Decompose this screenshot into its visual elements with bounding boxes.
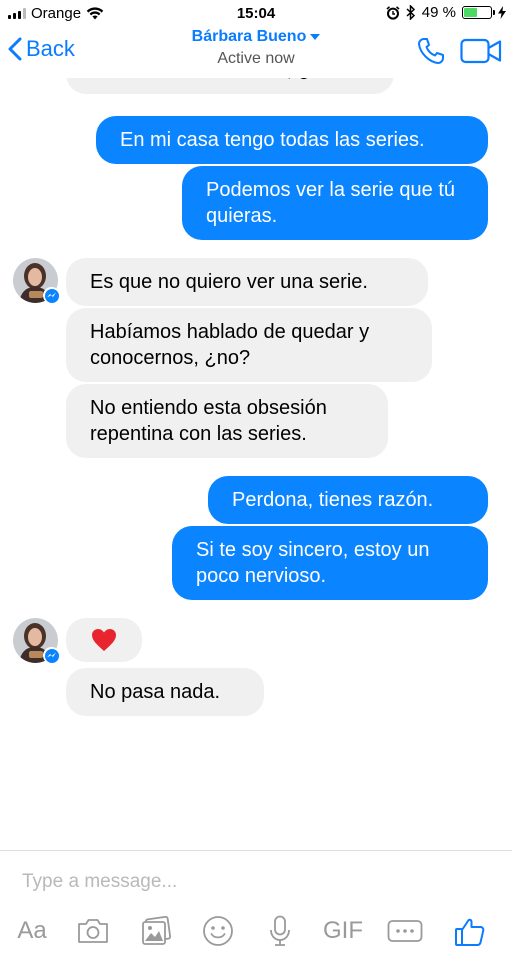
more-button[interactable] — [386, 913, 424, 949]
gallery-button[interactable] — [138, 913, 174, 949]
bluetooth-icon — [406, 5, 415, 20]
camera-button[interactable] — [74, 913, 112, 949]
phone-icon[interactable] — [416, 36, 446, 66]
message-outgoing[interactable]: En mi casa tengo todas las series. — [96, 116, 488, 164]
microphone-icon — [270, 915, 290, 946]
heart-icon — [92, 629, 116, 651]
battery-percent: 49 % — [421, 4, 456, 21]
contact-avatar[interactable] — [13, 618, 60, 664]
more-options-icon — [387, 920, 423, 942]
video-camera-icon[interactable] — [460, 38, 502, 64]
message-incoming[interactable]: No pasa nada. — [66, 668, 264, 716]
thumbs-up-icon — [455, 918, 485, 946]
voice-button[interactable] — [266, 913, 294, 949]
battery-icon — [462, 6, 495, 19]
charging-icon — [498, 6, 506, 19]
message-outgoing[interactable]: Podemos ver la serie que tú quieras. — [182, 166, 488, 240]
status-right: 49 % — [386, 4, 506, 21]
message-list[interactable]: Ahora estás de broma, ¿no? En mi casa te… — [0, 78, 512, 850]
message-incoming[interactable]: Es que no quiero ver una serie. — [66, 258, 428, 306]
message-input[interactable] — [22, 869, 482, 895]
photo-gallery-icon — [142, 916, 172, 945]
message-incoming[interactable]: No entiendo esta obsesión repentina con … — [66, 384, 388, 458]
like-button[interactable] — [452, 913, 488, 949]
message-outgoing[interactable]: Perdona, tienes razón. — [208, 476, 488, 524]
emoji-button[interactable] — [200, 913, 236, 949]
message-incoming[interactable]: Habíamos hablado de quedar y conocernos,… — [66, 308, 432, 382]
caret-down-icon — [310, 34, 321, 40]
composer: Aa — [0, 850, 512, 960]
smiley-icon — [203, 916, 233, 946]
contact-avatar[interactable] — [13, 258, 60, 304]
messenger-badge-icon — [43, 647, 60, 664]
alarm-icon — [386, 5, 400, 20]
messenger-badge-icon — [43, 287, 60, 304]
contact-name-button[interactable]: Bárbara Bueno — [192, 28, 321, 46]
camera-icon — [78, 919, 108, 943]
chat-header: Back Bárbara Bueno Active now — [0, 26, 512, 78]
message-incoming[interactable]: Ahora estás de broma, ¿no? — [66, 78, 394, 94]
status-bar: Orange 15:04 49 % — [0, 0, 512, 26]
gif-button[interactable]: GIF — [320, 913, 366, 949]
composer-toolbar: Aa GIF — [0, 913, 512, 953]
text-format-button[interactable]: Aa — [12, 913, 52, 949]
message-outgoing[interactable]: Si te soy sincero, estoy un poco nervios… — [172, 526, 488, 600]
message-incoming-heart[interactable] — [66, 618, 142, 662]
contact-name: Bárbara Bueno — [191, 28, 307, 45]
